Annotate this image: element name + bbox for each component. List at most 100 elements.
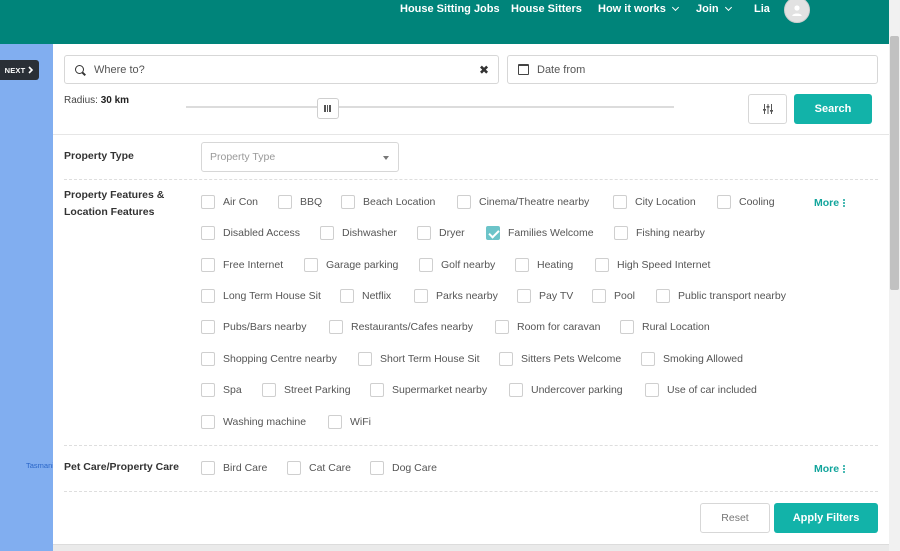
checkbox-box[interactable]	[457, 195, 471, 209]
checkbox-box[interactable]	[645, 383, 659, 397]
checkbox-rural-location[interactable]: Rural Location	[620, 320, 710, 334]
checkbox-smoking-allowed[interactable]: Smoking Allowed	[641, 352, 743, 366]
checkbox-box[interactable]	[417, 226, 431, 240]
property-type-select[interactable]: Property Type	[201, 142, 399, 172]
nav-house-sitters[interactable]: House Sitters	[511, 3, 582, 15]
checkbox-box[interactable]	[278, 195, 292, 209]
checkbox-box[interactable]	[340, 289, 354, 303]
next-button[interactable]: NEXT	[0, 60, 39, 80]
checkbox-netflix[interactable]: Netflix	[340, 289, 391, 303]
checkbox-box[interactable]	[717, 195, 731, 209]
checkbox-box[interactable]	[328, 415, 342, 429]
checkbox-wifi[interactable]: WiFi	[328, 415, 371, 429]
checkbox-box[interactable]	[201, 320, 215, 334]
close-icon[interactable]: ✖	[479, 63, 489, 77]
checkbox-box[interactable]	[304, 258, 318, 272]
radius-slider-handle[interactable]	[316, 98, 339, 119]
checkbox-box[interactable]	[370, 383, 384, 397]
checkbox-pay-tv[interactable]: Pay TV	[517, 289, 573, 303]
checkbox-box[interactable]	[320, 226, 334, 240]
checkbox-use-of-car-included[interactable]: Use of car included	[645, 383, 757, 397]
checkbox-box[interactable]	[515, 258, 529, 272]
checkbox-spa[interactable]: Spa	[201, 383, 242, 397]
checkbox-supermarket-nearby[interactable]: Supermarket nearby	[370, 383, 487, 397]
checkbox-bbq[interactable]: BBQ	[278, 195, 322, 209]
checkbox-city-location[interactable]: City Location	[613, 195, 696, 209]
checkbox-dog-care[interactable]: Dog Care	[370, 461, 437, 475]
checkbox-air-con[interactable]: Air Con	[201, 195, 258, 209]
checkbox-box[interactable]	[262, 383, 276, 397]
scrollbar-thumb[interactable]	[890, 36, 899, 290]
checkbox-box[interactable]	[592, 289, 606, 303]
avatar[interactable]	[784, 0, 810, 23]
checkbox-pubs-bars-nearby[interactable]: Pubs/Bars nearby	[201, 320, 306, 334]
nav-join[interactable]: Join	[696, 3, 732, 15]
checkbox-box[interactable]	[341, 195, 355, 209]
checkbox-box[interactable]	[358, 352, 372, 366]
checkbox-box[interactable]	[620, 320, 634, 334]
checkbox-box[interactable]	[414, 289, 428, 303]
checkbox-high-speed-internet[interactable]: High Speed Internet	[595, 258, 710, 272]
checkbox-box[interactable]	[201, 226, 215, 240]
checkbox-box[interactable]	[201, 195, 215, 209]
checkbox-fishing-nearby[interactable]: Fishing nearby	[614, 226, 705, 240]
advanced-filters-button[interactable]	[748, 94, 787, 124]
checkbox-families-welcome[interactable]: Families Welcome	[486, 226, 594, 240]
checkbox-room-for-caravan[interactable]: Room for caravan	[495, 320, 600, 334]
checkbox-sitters-pets-welcome[interactable]: Sitters Pets Welcome	[499, 352, 621, 366]
checkbox-cooling[interactable]: Cooling	[717, 195, 775, 209]
checkbox-dryer[interactable]: Dryer	[417, 226, 465, 240]
checkbox-box[interactable]	[201, 461, 215, 475]
checkbox-box[interactable]	[329, 320, 343, 334]
side-location-text[interactable]: Tasmania	[26, 461, 53, 470]
search-input[interactable]: Where to? ✖	[64, 55, 499, 84]
checkbox-box[interactable]	[509, 383, 523, 397]
checkbox-pool[interactable]: Pool	[592, 289, 635, 303]
checkbox-box[interactable]	[419, 258, 433, 272]
nav-user-lia[interactable]: Lia	[754, 3, 770, 15]
checkbox-garage-parking[interactable]: Garage parking	[304, 258, 398, 272]
checkbox-golf-nearby[interactable]: Golf nearby	[419, 258, 495, 272]
checkbox-cinema-theatre-nearby[interactable]: Cinema/Theatre nearby	[457, 195, 589, 209]
checkbox-bird-care[interactable]: Bird Care	[201, 461, 267, 475]
checkbox-dishwasher[interactable]: Dishwasher	[320, 226, 397, 240]
reset-button[interactable]: Reset	[700, 503, 770, 533]
checkbox-undercover-parking[interactable]: Undercover parking	[509, 383, 623, 397]
checkbox-long-term-house-sit[interactable]: Long Term House Sit	[201, 289, 321, 303]
checkbox-washing-machine[interactable]: Washing machine	[201, 415, 306, 429]
checkbox-beach-location[interactable]: Beach Location	[341, 195, 435, 209]
checkbox-box[interactable]	[499, 352, 513, 366]
checkbox-cat-care[interactable]: Cat Care	[287, 461, 351, 475]
checkbox-box[interactable]	[614, 226, 628, 240]
checkbox-checked-icon[interactable]	[486, 226, 500, 240]
checkbox-box[interactable]	[656, 289, 670, 303]
nav-how-it-works[interactable]: How it works	[598, 3, 679, 15]
radius-slider-track[interactable]	[186, 106, 674, 108]
checkbox-box[interactable]	[641, 352, 655, 366]
pet-care-more-button[interactable]: More	[814, 463, 846, 475]
checkbox-disabled-access[interactable]: Disabled Access	[201, 226, 300, 240]
checkbox-box[interactable]	[201, 383, 215, 397]
checkbox-public-transport-nearby[interactable]: Public transport nearby	[656, 289, 786, 303]
checkbox-box[interactable]	[287, 461, 301, 475]
features-more-button[interactable]: More	[814, 197, 846, 209]
checkbox-box[interactable]	[613, 195, 627, 209]
checkbox-box[interactable]	[201, 258, 215, 272]
checkbox-box[interactable]	[201, 415, 215, 429]
checkbox-heating[interactable]: Heating	[515, 258, 573, 272]
apply-filters-button[interactable]: Apply Filters	[774, 503, 878, 533]
checkbox-box[interactable]	[517, 289, 531, 303]
checkbox-street-parking[interactable]: Street Parking	[262, 383, 351, 397]
checkbox-box[interactable]	[495, 320, 509, 334]
checkbox-box[interactable]	[595, 258, 609, 272]
search-button[interactable]: Search	[794, 94, 872, 124]
nav-house-sitting-jobs[interactable]: House Sitting Jobs	[400, 3, 500, 15]
checkbox-free-internet[interactable]: Free Internet	[201, 258, 283, 272]
checkbox-box[interactable]	[201, 289, 215, 303]
checkbox-box[interactable]	[370, 461, 384, 475]
date-from-input[interactable]: Date from	[507, 55, 878, 84]
checkbox-parks-nearby[interactable]: Parks nearby	[414, 289, 498, 303]
checkbox-box[interactable]	[201, 352, 215, 366]
checkbox-shopping-centre-nearby[interactable]: Shopping Centre nearby	[201, 352, 337, 366]
checkbox-short-term-house-sit[interactable]: Short Term House Sit	[358, 352, 480, 366]
